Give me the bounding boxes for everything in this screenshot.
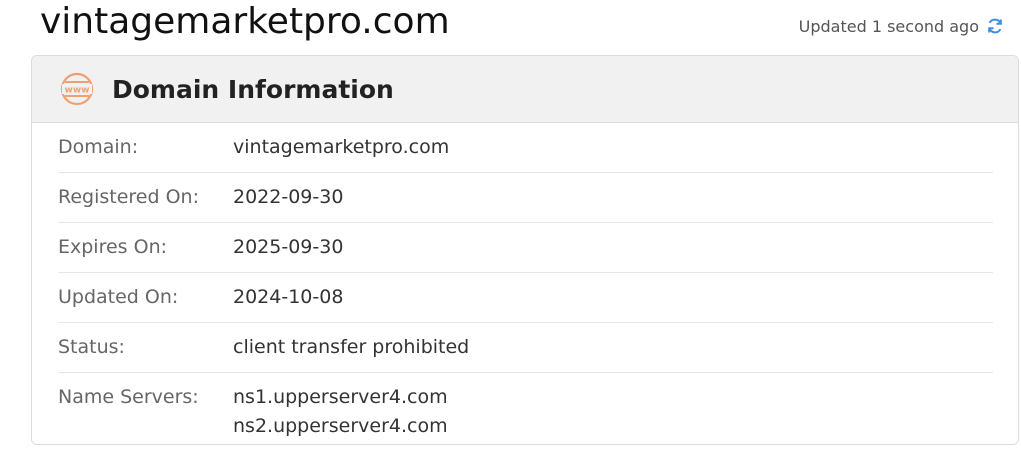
row-label: Status: [58, 336, 125, 358]
row-value: 2022-09-30 [233, 186, 344, 208]
row-status: Status: client transfer prohibited [58, 323, 993, 373]
row-value: vintagemarketpro.com [233, 136, 450, 158]
row-registered-on: Registered On: 2022-09-30 [58, 173, 993, 223]
row-label: Name Servers: [58, 386, 199, 408]
info-rows: Domain: vintagemarketpro.com Registered … [32, 123, 1018, 444]
domain-info-card: www Domain Information Domain: vintagema… [31, 55, 1019, 445]
card-header: www Domain Information [32, 56, 1018, 123]
row-expires-on: Expires On: 2025-09-30 [58, 223, 993, 273]
row-updated-on: Updated On: 2024-10-08 [58, 273, 993, 323]
row-value: 2024-10-08 [233, 286, 344, 308]
page-title: vintagemarketpro.com [40, 1, 450, 42]
row-name-servers: Name Servers: ns1.upperserver4.com ns2.u… [58, 373, 993, 444]
svg-text:www: www [65, 86, 90, 96]
name-server: ns1.upperserver4.com [233, 386, 448, 408]
row-label: Updated On: [58, 286, 179, 308]
refresh-icon[interactable] [985, 16, 1005, 36]
row-label: Domain: [58, 136, 139, 158]
row-value: 2025-09-30 [233, 236, 344, 258]
www-icon: www [58, 70, 96, 108]
update-status: Updated 1 second ago [799, 16, 1005, 36]
row-value: client transfer prohibited [233, 336, 470, 358]
row-label: Registered On: [58, 186, 199, 208]
row-value-list: ns1.upperserver4.com ns2.upperserver4.co… [233, 383, 448, 441]
row-label: Expires On: [58, 236, 168, 258]
row-domain: Domain: vintagemarketpro.com [58, 123, 993, 173]
name-server: ns2.upperserver4.com [233, 415, 448, 437]
update-status-text: Updated 1 second ago [798, 16, 979, 36]
card-title: Domain Information [112, 74, 394, 104]
